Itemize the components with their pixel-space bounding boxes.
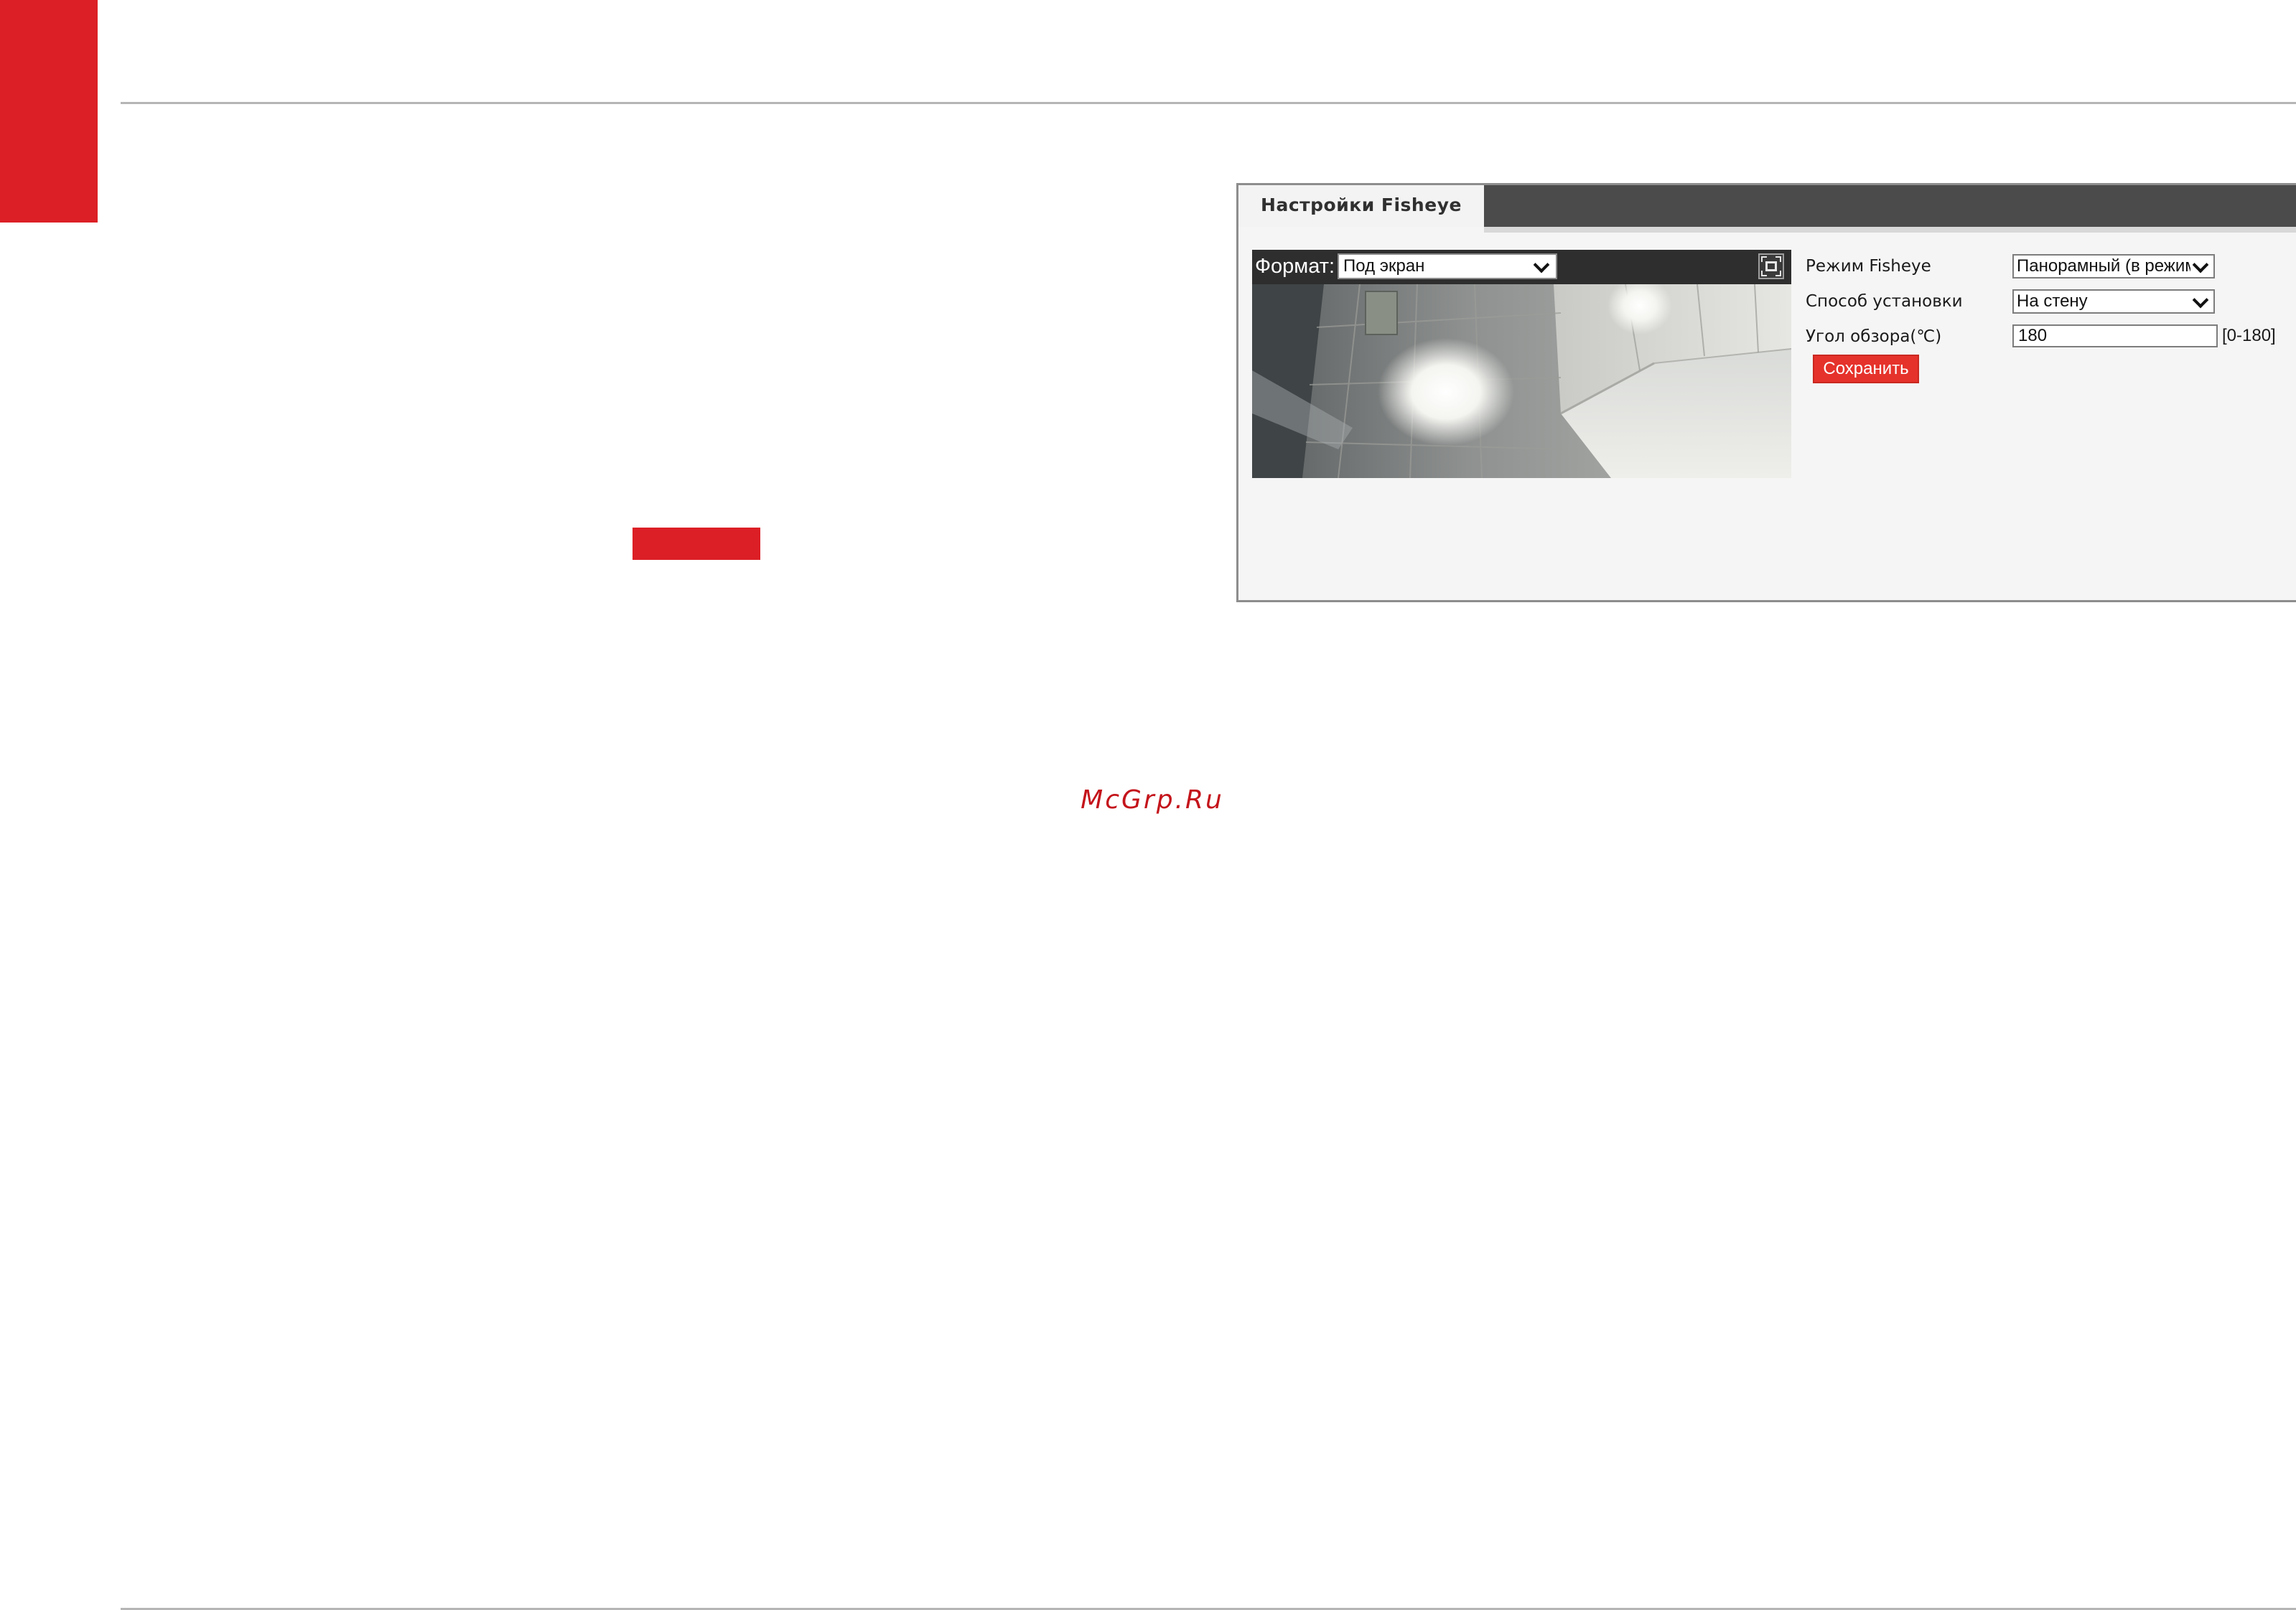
camera-image[interactable] [1252, 284, 1791, 478]
tab-bar: Настройки Fisheye [1238, 185, 2296, 227]
save-button[interactable]: Сохранить [1813, 355, 1919, 383]
mount-type-select[interactable]: На стену [2012, 289, 2215, 314]
video-osd [1259, 287, 1266, 298]
fisheye-mode-label: Режим Fisheye [1806, 257, 1931, 276]
mount-type-label: Способ установки [1806, 292, 1963, 311]
fisheye-mode-value: Панорамный (в режиме [2017, 256, 2190, 276]
tab-fisheye-settings[interactable]: Настройки Fisheye [1238, 185, 1484, 227]
video-toolbar: Формат: Под экран [1252, 250, 1791, 284]
chevron-down-icon [2192, 291, 2209, 309]
chevron-down-icon [2192, 256, 2209, 273]
fisheye-settings-panel: Настройки Fisheye Формат: Под экран Режи… [1236, 183, 2296, 602]
format-select[interactable]: Под экран [1338, 253, 1557, 279]
mount-type-value: На стену [2017, 291, 2088, 311]
header-divider [121, 102, 2296, 104]
tab-bar-shadow [1484, 227, 2296, 233]
red-marker [633, 528, 760, 560]
fullscreen-icon[interactable] [1758, 253, 1784, 279]
chevron-down-icon [1533, 256, 1550, 273]
video-preview: Формат: Под экран [1252, 250, 1791, 478]
format-select-value: Под экран [1343, 256, 1425, 276]
page-corner-tab [0, 0, 98, 223]
view-angle-range: [0-180] [2222, 326, 2276, 345]
watermark: McGrp.Ru [1081, 785, 1224, 815]
format-label: Формат: [1255, 255, 1335, 278]
view-angle-label: Угол обзора(℃) [1806, 327, 1942, 346]
fisheye-mode-select[interactable]: Панорамный (в режиме [2012, 254, 2215, 279]
view-angle-input[interactable]: 180 [2012, 324, 2218, 347]
